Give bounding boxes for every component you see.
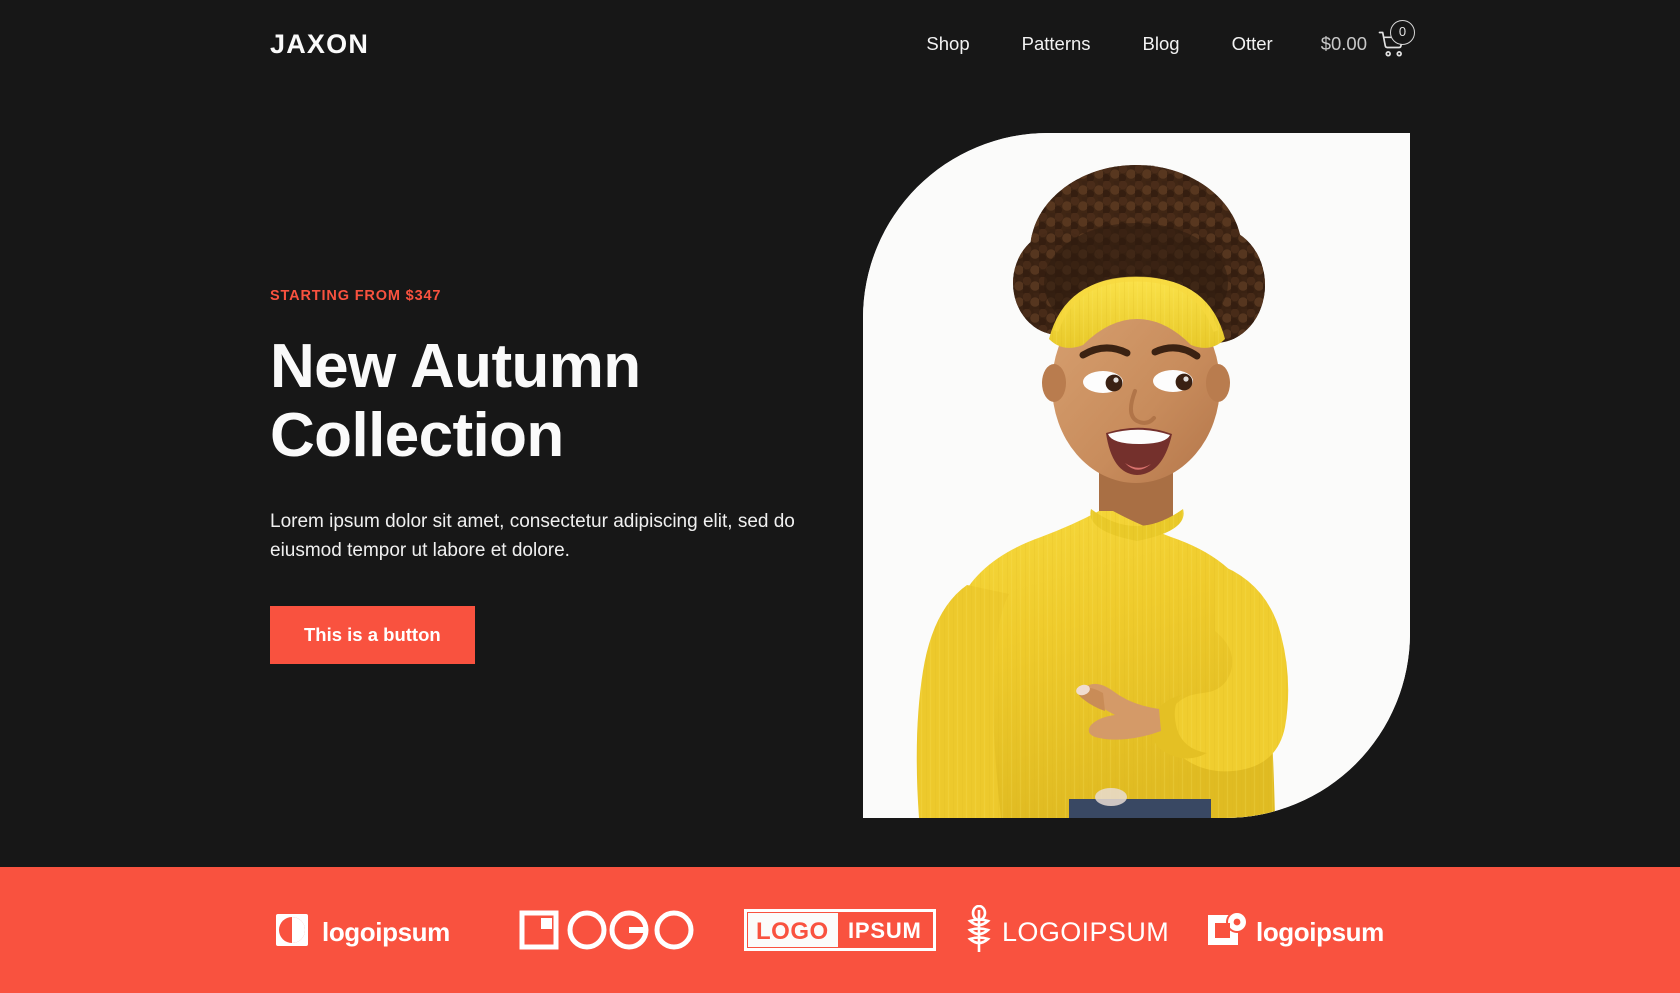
page-root: JAXON Shop Patterns Blog Otter $0.00 0 S… <box>0 0 1680 993</box>
cart-widget[interactable]: $0.00 0 <box>1320 20 1415 61</box>
partner-logo-square-dot[interactable]: logoipsum logoipsum <box>1188 902 1420 958</box>
primary-nav: Shop Patterns Blog Otter $0.00 0 <box>900 20 1415 61</box>
cart-total: $0.00 <box>1320 33 1367 54</box>
partner-logo-bar: logoipsum logo ipsum LOGO <box>0 867 1680 993</box>
svg-text:IPSUM: IPSUM <box>848 918 922 943</box>
svg-text:logoipsum: logoipsum <box>1256 917 1384 947</box>
shopping-cart-icon[interactable]: 0 <box>1376 20 1415 61</box>
nav-item-patterns[interactable]: Patterns <box>996 33 1117 55</box>
hero-section: STARTING FROM $347 New Autumn Collection… <box>0 88 1680 867</box>
partner-logo-ipsum-boxed[interactable]: LOGO IPSUM LOGO IPSUM <box>724 902 956 958</box>
partner-logo-logoipsum-half-circle[interactable]: logoipsum logoipsum <box>260 902 492 958</box>
svg-text:LOGOIPSUM: LOGOIPSUM <box>1002 917 1169 947</box>
nav-item-shop[interactable]: Shop <box>900 33 995 55</box>
brand-logo[interactable]: JAXON <box>270 30 369 58</box>
cart-count-badge: 0 <box>1390 20 1415 45</box>
nav-item-otter[interactable]: Otter <box>1206 33 1299 55</box>
svg-text:logoipsum: logoipsum <box>322 917 450 947</box>
partner-logo-wheat[interactable]: LOGOIPSUM LOGOIPSUM <box>956 902 1188 958</box>
hero-eyebrow-price: STARTING FROM $347 <box>270 288 442 304</box>
hero-copy-block: STARTING FROM $347 New Autumn Collection… <box>270 288 870 665</box>
hero-title: New Autumn Collection <box>270 332 641 471</box>
hero-subtitle: Lorem ipsum dolor sit amet, consectetur … <box>270 510 795 562</box>
hero-cta-button[interactable]: This is a button <box>270 605 475 665</box>
hero-image-panel: Smiling woman in a yellow knit sweater a… <box>863 133 1410 818</box>
nav-item-blog[interactable]: Blog <box>1117 33 1206 55</box>
partner-logo-geometric-letters[interactable]: LOGO <box>492 902 724 958</box>
hero-photo: Smiling woman in a yellow knit sweater a… <box>863 133 1410 818</box>
svg-text:LOGO: LOGO <box>756 918 829 945</box>
site-header: JAXON Shop Patterns Blog Otter $0.00 0 <box>0 0 1680 88</box>
